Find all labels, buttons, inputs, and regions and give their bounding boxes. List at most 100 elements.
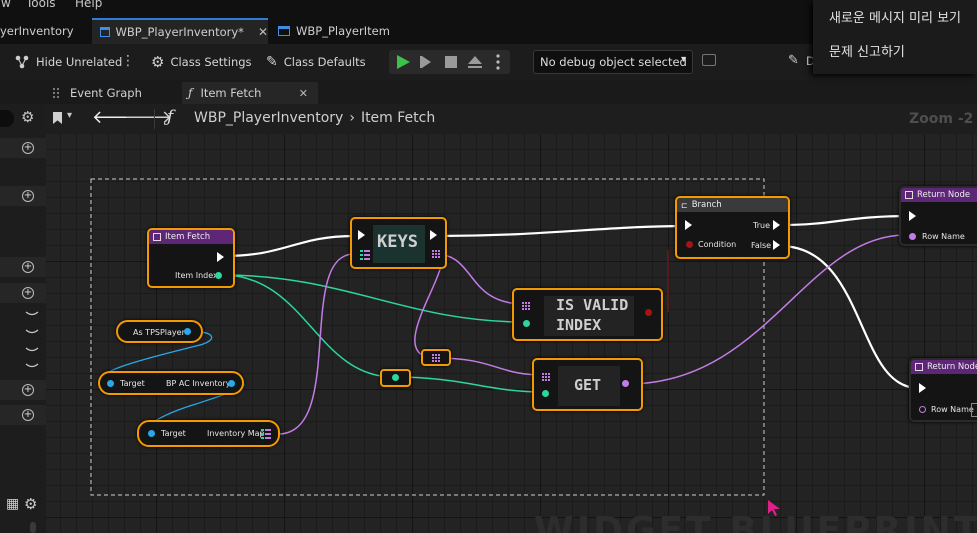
reroute-node-int[interactable]: [380, 369, 411, 387]
exec-in-pin[interactable]: [685, 220, 692, 230]
graph-canvas[interactable]: Item Fetch Item Index As TPSPlayer Targe…: [46, 134, 977, 533]
menu-tools[interactable]: Tools: [26, 0, 56, 10]
stop-icon[interactable]: [445, 56, 457, 68]
section-macros[interactable]: +: [0, 257, 46, 277]
class-defaults-button[interactable]: ✎ Class Defaults: [266, 52, 366, 72]
add-icon[interactable]: +: [22, 142, 34, 154]
menu-item-report-problem[interactable]: 문제 신고하기: [829, 41, 905, 60]
graph-tab-bar: Event Graph ƒ Item Fetch ✕: [0, 80, 977, 104]
hide-unrelated-button[interactable]: Hide Unrelated: [14, 52, 122, 72]
object-pin[interactable]: [228, 380, 235, 387]
hide-unrelated-icon: [15, 55, 29, 69]
exec-wire: [779, 214, 911, 227]
bookmark-icon[interactable]: [53, 112, 62, 124]
menu-item-preview-new-message[interactable]: 새로운 메시지 미리 보기: [829, 7, 961, 26]
tab-wbp-player-inventory[interactable]: WBP_PlayerInventory* ✕: [92, 18, 268, 44]
tab-event-graph[interactable]: Event Graph: [46, 82, 176, 104]
scrollbar-thumb[interactable]: [30, 522, 36, 533]
exec-in-pin[interactable]: [358, 230, 365, 240]
section-variables[interactable]: +: [0, 283, 46, 303]
blueprint-icon: [100, 27, 110, 37]
node-get[interactable]: GET: [532, 358, 643, 411]
exec-wire: [779, 244, 919, 390]
node-keys[interactable]: KEYS: [350, 217, 447, 269]
exec-false-pin[interactable]: [773, 240, 780, 250]
debug-object-dropdown[interactable]: No debug object selected ▾: [533, 50, 693, 74]
index-wire: [221, 274, 525, 323]
exec-in-pin[interactable]: [919, 383, 926, 393]
tab-label: Event Graph: [70, 86, 142, 100]
add-icon[interactable]: +: [22, 287, 34, 299]
class-settings-button[interactable]: ⚙ Class Settings: [151, 52, 252, 72]
add-icon[interactable]: +: [22, 261, 34, 273]
advance-frame-icon[interactable]: [422, 56, 431, 68]
node-inventory-map[interactable]: Target Inventory Map: [137, 420, 280, 447]
reroute-node-array[interactable]: [421, 349, 451, 366]
struct-pin[interactable]: [909, 233, 916, 240]
section-local-variables[interactable]: +: [0, 405, 46, 425]
add-icon[interactable]: +: [22, 190, 34, 202]
node-branch[interactable]: ⊏ Branch True Condition False: [675, 196, 790, 259]
node-is-valid-index[interactable]: IS VALID INDEX: [512, 288, 663, 341]
array-pin-icon[interactable]: [432, 250, 440, 258]
exec-out-pin[interactable]: [430, 230, 437, 240]
bool-pin[interactable]: [645, 309, 652, 316]
section-functions[interactable]: +: [0, 186, 46, 206]
bool-pin[interactable]: [686, 241, 693, 248]
close-icon[interactable]: ✕: [258, 25, 268, 39]
play-icon[interactable]: [397, 55, 410, 69]
int-pin[interactable]: [542, 390, 549, 397]
array-pin-icon[interactable]: [522, 302, 530, 310]
int-pin[interactable]: [523, 320, 530, 327]
node-return-1[interactable]: Return Node Row Name: [899, 186, 977, 246]
menu-window[interactable]: w: [1, 0, 11, 10]
add-icon[interactable]: +: [22, 409, 34, 421]
search-input[interactable]: [0, 110, 14, 127]
exec-in-pin[interactable]: [909, 211, 916, 221]
array-pin-icon[interactable]: [542, 373, 550, 381]
breadcrumb-leaf[interactable]: Item Fetch: [361, 110, 435, 126]
object-pin[interactable]: [184, 328, 191, 335]
tab-label: Item Fetch: [200, 86, 262, 100]
pin-label: Target: [161, 429, 186, 438]
tab-item-fetch[interactable]: ƒ Item Fetch ✕: [182, 82, 318, 104]
pencil-icon: ✎: [266, 54, 278, 70]
node-as-tps-player[interactable]: As TPSPlayer: [116, 320, 203, 343]
node-title: GET: [574, 376, 602, 394]
struct-pin[interactable]: [622, 380, 629, 387]
exec-wire: [223, 234, 355, 258]
target-pin[interactable]: [148, 430, 155, 437]
node-header: Item Fetch: [149, 230, 233, 244]
gear-icon[interactable]: ⚙: [21, 108, 34, 126]
tab-wbp-player-item[interactable]: WBP_PlayerItem: [278, 18, 408, 44]
tab-player-inventory[interactable]: yerInventory: [0, 18, 92, 44]
struct-pin[interactable]: [919, 406, 926, 413]
map-pin-icon[interactable]: [360, 250, 370, 260]
debug-icon[interactable]: ✎: [788, 53, 799, 68]
breadcrumb-root[interactable]: WBP_PlayerInventory: [194, 110, 343, 126]
table-icon[interactable]: ▦: [6, 496, 19, 512]
section-event-dispatchers[interactable]: +: [0, 380, 46, 400]
chevron-down-icon: ▾: [680, 54, 686, 65]
exec-true-pin[interactable]: [773, 220, 780, 230]
map-pin-icon[interactable]: [261, 429, 271, 439]
section-graphs[interactable]: +: [0, 138, 46, 158]
target-pin[interactable]: [107, 380, 114, 387]
find-debug-icon[interactable]: [702, 54, 716, 66]
menu-help[interactable]: Help: [75, 0, 102, 10]
gear-icon[interactable]: ⚙: [24, 495, 37, 513]
more-options-icon[interactable]: ⋮: [121, 53, 135, 69]
row-name-input[interactable]: [971, 403, 977, 417]
forward-arrow-icon[interactable]: 🡒: [124, 107, 172, 128]
chevron-down-icon[interactable]: ▾: [67, 110, 72, 121]
node-bp-ac-inventory[interactable]: Target BP AC Inventory: [98, 371, 244, 395]
node-return-2[interactable]: Return Node Row Name: [909, 358, 977, 422]
add-icon[interactable]: +: [22, 384, 34, 396]
eject-icon[interactable]: [468, 56, 482, 64]
breadcrumb-bar: ▾ 🡐 🡒 ƒ WBP_PlayerInventory › Item Fetch…: [46, 104, 977, 134]
exec-out-pin[interactable]: [217, 252, 224, 262]
node-title: Return Node: [927, 362, 977, 372]
int-pin[interactable]: [215, 272, 222, 279]
node-item-fetch[interactable]: Item Fetch Item Index: [147, 228, 235, 288]
close-icon[interactable]: ✕: [299, 87, 308, 100]
